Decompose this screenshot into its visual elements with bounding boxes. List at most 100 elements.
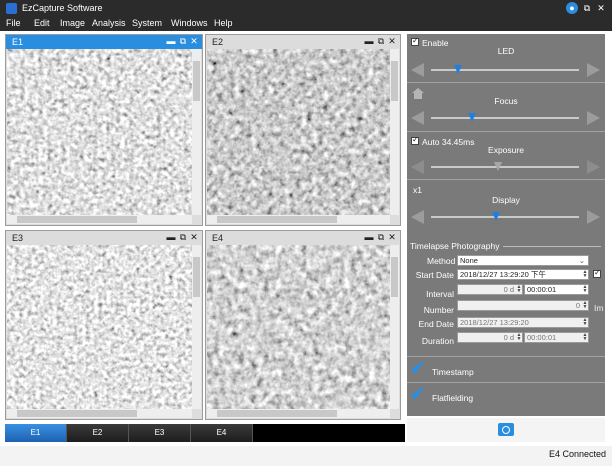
duration-label: Duration	[421, 336, 454, 346]
view-pane-e4[interactable]: E4 ▬ ⧉ ✕	[205, 230, 401, 420]
led-enable-checkbox[interactable]	[411, 36, 419, 46]
led-slider-knob[interactable]	[453, 65, 462, 74]
menu-bar: File Edit Image Analysis System Windows …	[0, 18, 612, 31]
minimize-icon[interactable]: ▬	[364, 232, 374, 242]
display-slider-knob[interactable]	[492, 212, 501, 221]
tab-e2[interactable]: E2	[67, 424, 129, 442]
end-date-field[interactable]: 2018/12/27 13:29:20 ▲ ▼	[457, 317, 589, 328]
pane-tabs: E1 E2 E3 E4	[5, 424, 405, 442]
spinner-icon[interactable]: ▲ ▼	[582, 285, 588, 294]
app-logo-icon	[6, 3, 17, 14]
auto-exposure-checkbox[interactable]	[411, 135, 419, 145]
exposure-decrease-arrow[interactable]	[411, 160, 424, 174]
exposure-slider-track[interactable]	[431, 166, 579, 168]
pane-label: E3	[12, 233, 24, 243]
group-line	[503, 246, 601, 247]
duration-time-value: 00:00:01	[527, 333, 557, 342]
vertical-scrollbar[interactable]	[390, 49, 399, 215]
led-increase-arrow[interactable]	[587, 63, 600, 77]
spinner-icon[interactable]: ▲ ▼	[516, 285, 522, 294]
display-slider-track[interactable]	[431, 216, 579, 218]
timestamp-check-icon[interactable]: ✔	[410, 358, 425, 379]
display-increase-arrow[interactable]	[587, 210, 600, 224]
microscope-image[interactable]	[7, 245, 192, 409]
vertical-scrollbar[interactable]	[192, 245, 201, 409]
flatfielding-label[interactable]: Flatfielding	[432, 393, 473, 403]
restore-icon[interactable]: ⧉	[376, 36, 386, 47]
display-title: Display	[492, 195, 520, 205]
tab-e3[interactable]: E3	[129, 424, 191, 442]
horizontal-scrollbar[interactable]	[7, 409, 192, 418]
focus-decrease-arrow[interactable]	[411, 111, 424, 125]
menu-file[interactable]: File	[6, 18, 21, 28]
divider	[407, 356, 605, 357]
timelapse-header: Timelapse Photography	[410, 241, 500, 251]
restore-icon[interactable]: ⧉	[581, 2, 593, 14]
minimize-icon[interactable]: ▬	[166, 36, 176, 46]
number-field[interactable]: 0 ▲ ▼	[457, 300, 589, 311]
method-label: Method	[427, 256, 456, 266]
close-icon[interactable]: ✕	[189, 232, 199, 243]
menu-edit[interactable]: Edit	[34, 18, 50, 28]
restore-icon[interactable]: ⧉	[178, 36, 188, 47]
divider	[407, 382, 605, 383]
tab-e1[interactable]: E1	[5, 424, 67, 442]
start-date-checkbox[interactable]	[593, 268, 601, 278]
horizontal-scrollbar[interactable]	[7, 215, 192, 224]
divider	[407, 179, 605, 180]
start-date-field[interactable]: 2018/12/27 13:29:20 下午 ▲ ▼	[457, 269, 589, 280]
close-icon[interactable]: ✕	[189, 36, 199, 47]
duration-days-field[interactable]: 0 d ▲ ▼	[457, 332, 523, 343]
minimize-icon[interactable]: ▬	[364, 36, 374, 46]
display-decrease-arrow[interactable]	[411, 210, 424, 224]
vertical-scrollbar[interactable]	[390, 245, 399, 409]
close-icon[interactable]: ✕	[387, 232, 397, 243]
interval-days-value: 0 d	[503, 285, 514, 294]
led-decrease-arrow[interactable]	[411, 63, 424, 77]
spinner-icon[interactable]: ▲ ▼	[582, 318, 588, 327]
pane-label: E1	[12, 37, 24, 47]
pane-header: E2 ▬ ⧉ ✕	[206, 35, 400, 49]
restore-icon[interactable]: ⧉	[178, 232, 188, 243]
help-icon[interactable]: ●	[566, 2, 578, 14]
control-panel: Enable LED Focus Auto 34.45ms Exposure x…	[407, 34, 605, 416]
duration-time-field[interactable]: 00:00:01 ▲ ▼	[524, 332, 589, 343]
timestamp-label[interactable]: Timestamp	[432, 367, 474, 377]
close-icon[interactable]: ✕	[387, 36, 397, 47]
flatfielding-check-icon[interactable]: ✔	[410, 384, 425, 405]
horizontal-scrollbar[interactable]	[207, 409, 390, 418]
menu-analysis[interactable]: Analysis	[92, 18, 126, 28]
tab-e4[interactable]: E4	[191, 424, 253, 442]
menu-help[interactable]: Help	[214, 18, 233, 28]
view-pane-e3[interactable]: E3 ▬ ⧉ ✕	[5, 230, 203, 420]
camera-icon[interactable]	[498, 423, 514, 436]
method-select[interactable]: None ⌄	[457, 255, 589, 266]
minimize-icon[interactable]: ▬	[166, 232, 176, 242]
microscope-image[interactable]	[7, 49, 192, 215]
close-icon[interactable]: ✕	[595, 2, 607, 14]
spinner-icon[interactable]: ▲ ▼	[582, 270, 588, 279]
interval-days-field[interactable]: 0 d ▲ ▼	[457, 284, 523, 295]
exposure-increase-arrow[interactable]	[587, 160, 600, 174]
focus-increase-arrow[interactable]	[587, 111, 600, 125]
menu-image[interactable]: Image	[60, 18, 85, 28]
interval-time-field[interactable]: 00:00:01 ▲ ▼	[524, 284, 589, 295]
spinner-icon[interactable]: ▲ ▼	[582, 333, 588, 342]
restore-icon[interactable]: ⧉	[376, 232, 386, 243]
exposure-slider-knob[interactable]	[493, 162, 502, 171]
view-pane-e2[interactable]: E2 ▬ ⧉ ✕	[205, 34, 401, 226]
horizontal-scrollbar[interactable]	[207, 215, 390, 224]
view-pane-e1[interactable]: E1 ▬ ⧉ ✕	[5, 34, 203, 226]
menu-system[interactable]: System	[132, 18, 162, 28]
spinner-icon[interactable]: ▲ ▼	[516, 333, 522, 342]
focus-slider-track[interactable]	[431, 117, 579, 119]
focus-slider-knob[interactable]	[468, 113, 477, 122]
spinner-icon[interactable]: ▲ ▼	[582, 301, 588, 310]
menu-windows[interactable]: Windows	[171, 18, 208, 28]
number-label: Number	[423, 305, 454, 315]
start-date-value: 2018/12/27 13:29:20 下午	[460, 270, 546, 279]
vertical-scrollbar[interactable]	[192, 49, 201, 215]
microscope-image[interactable]	[207, 49, 390, 215]
microscope-image[interactable]	[207, 245, 390, 409]
interval-time-value: 00:00:01	[527, 285, 557, 294]
